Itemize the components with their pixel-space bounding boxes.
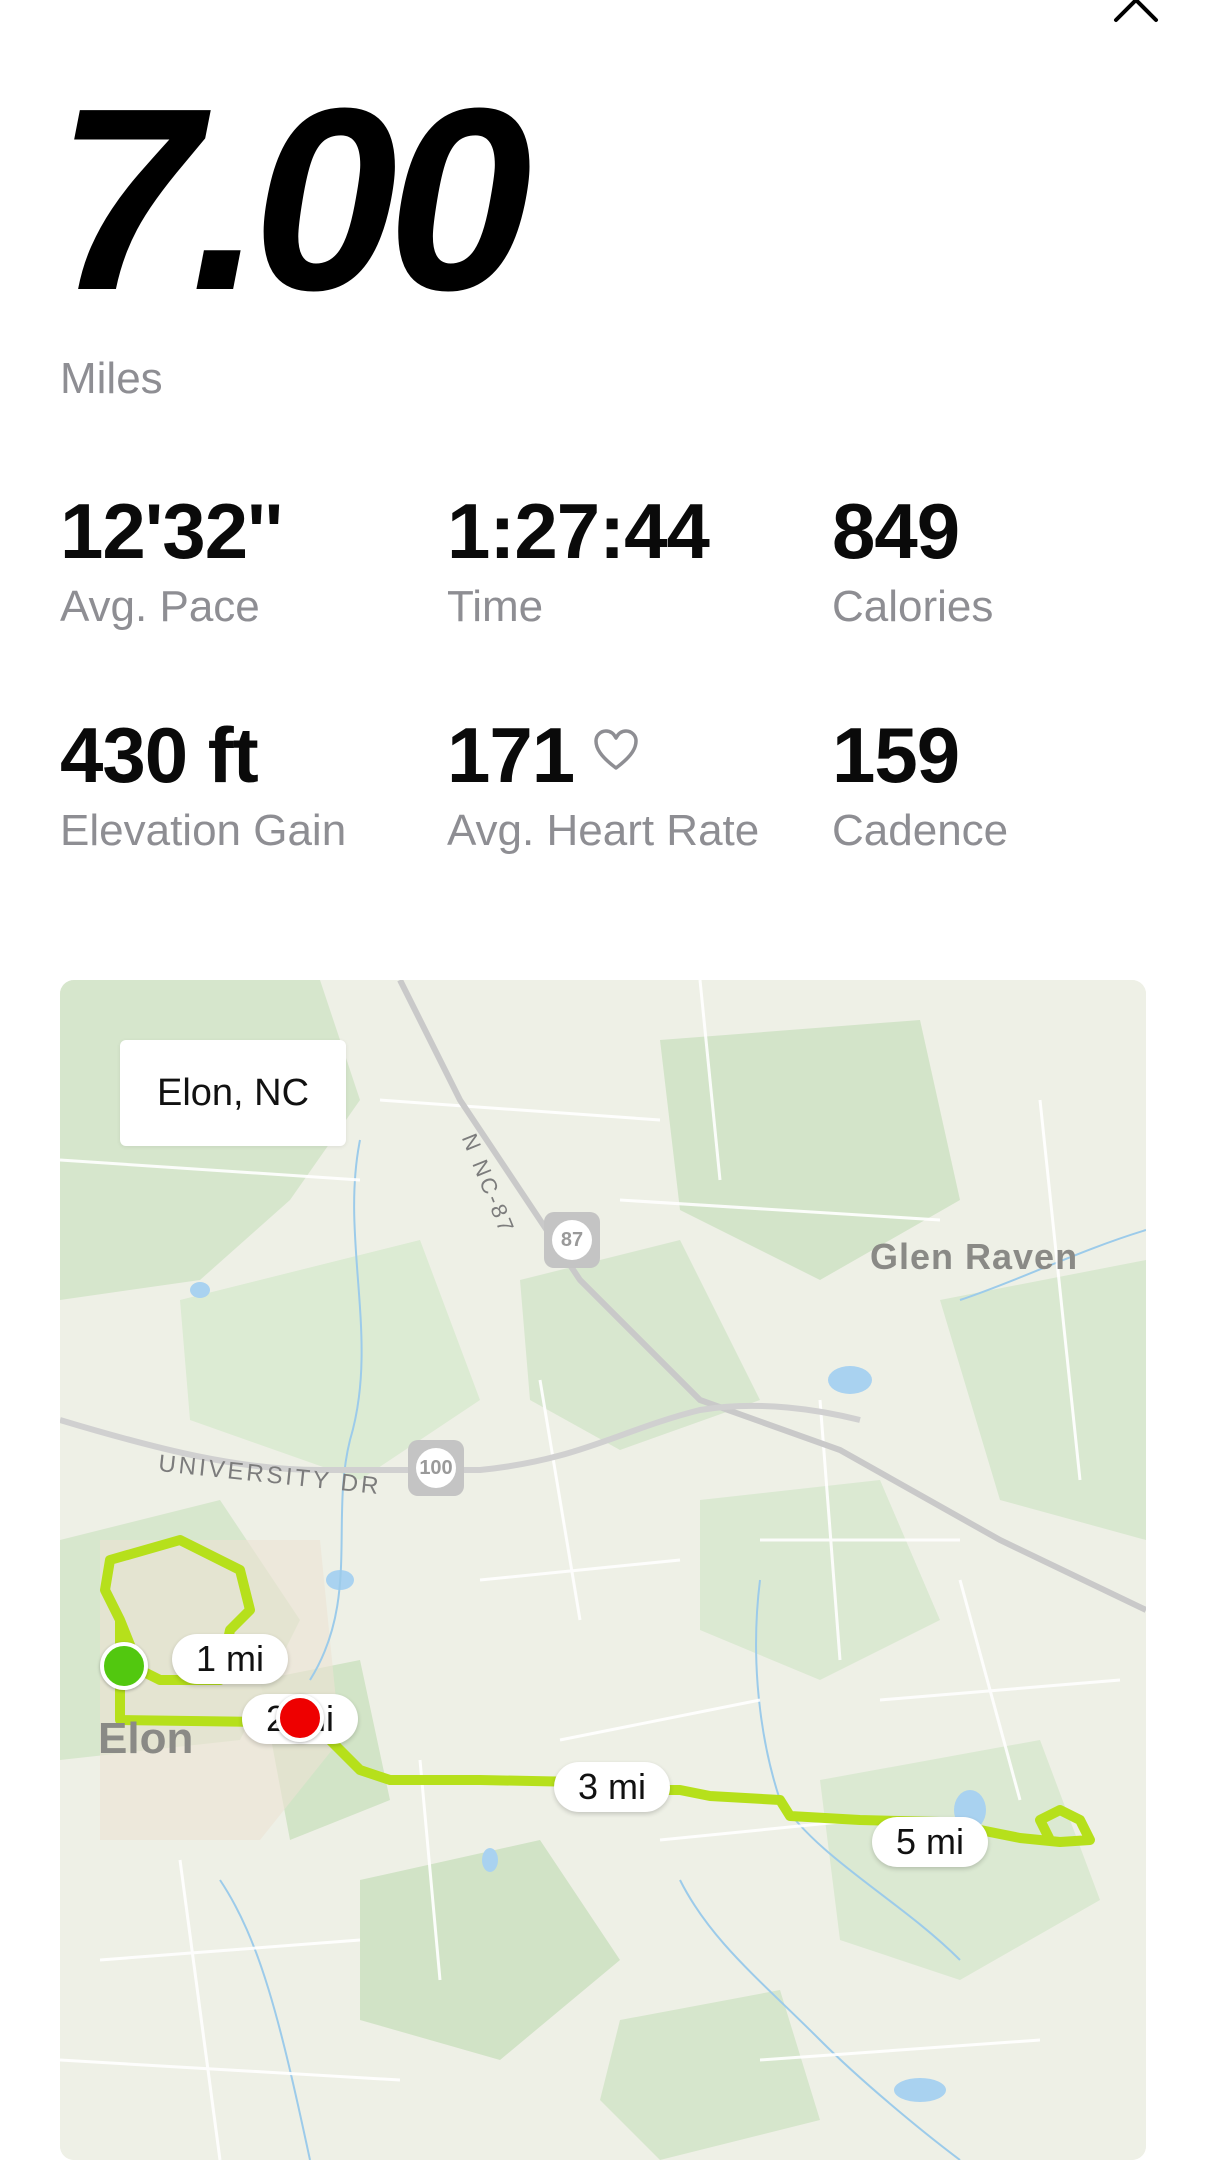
time-label: Time bbox=[447, 582, 544, 631]
elevation-gain-value: 430 ft bbox=[60, 711, 259, 799]
route-shield-87-number: 87 bbox=[552, 1220, 592, 1260]
stat-avg-heart-rate: 171 Avg. Heart Rate bbox=[447, 716, 767, 858]
stat-cadence: 159 Cadence bbox=[832, 716, 1008, 858]
heart-outline-icon bbox=[592, 728, 640, 772]
calories-label: Calories bbox=[832, 582, 994, 631]
route-end-marker bbox=[276, 1694, 324, 1742]
stat-elevation-gain: 430 ft Elevation Gain bbox=[60, 716, 360, 858]
avg-pace-value: 12'32'' bbox=[60, 487, 283, 575]
elevation-gain-label: Elevation Gain bbox=[60, 806, 347, 855]
avg-heart-rate-label: Avg. Heart Rate bbox=[447, 806, 760, 855]
avg-pace-label: Avg. Pace bbox=[60, 582, 260, 631]
route-map[interactable]: Elon, NC Glen Raven Elon N NC-87 UNIVERS… bbox=[60, 980, 1146, 2160]
close-icon bbox=[1114, 0, 1158, 22]
avg-heart-rate-row: 171 bbox=[447, 716, 767, 794]
route-shield-100-number: 100 bbox=[416, 1448, 456, 1488]
mile-marker-5: 5 mi bbox=[872, 1817, 989, 1867]
route-shield-87: 87 bbox=[544, 1212, 600, 1268]
mile-marker-1: 1 mi bbox=[172, 1634, 289, 1684]
distance-unit: Miles bbox=[60, 354, 163, 403]
cadence-label: Cadence bbox=[832, 806, 1009, 855]
time-value: 1:27:44 bbox=[447, 487, 710, 575]
location-label: Elon, NC bbox=[120, 1040, 346, 1146]
stat-calories: 849 Calories bbox=[832, 492, 993, 634]
avg-heart-rate-value: 171 bbox=[447, 711, 575, 799]
close-button[interactable] bbox=[1108, 0, 1164, 24]
mile-marker-3: 3 mi bbox=[554, 1762, 671, 1812]
town-glen-raven: Glen Raven bbox=[870, 1236, 1079, 1277]
stat-avg-pace: 12'32'' Avg. Pace bbox=[60, 487, 283, 634]
stat-time: 1:27:44 Time bbox=[447, 487, 710, 634]
route-shield-100: 100 bbox=[408, 1440, 464, 1496]
route-start-marker bbox=[100, 1642, 148, 1690]
distance-value: 7.00 bbox=[56, 55, 532, 345]
cadence-value: 159 bbox=[832, 711, 960, 799]
map-background bbox=[60, 980, 1146, 2160]
town-elon: Elon bbox=[98, 1714, 194, 1763]
calories-value: 849 bbox=[832, 487, 960, 575]
